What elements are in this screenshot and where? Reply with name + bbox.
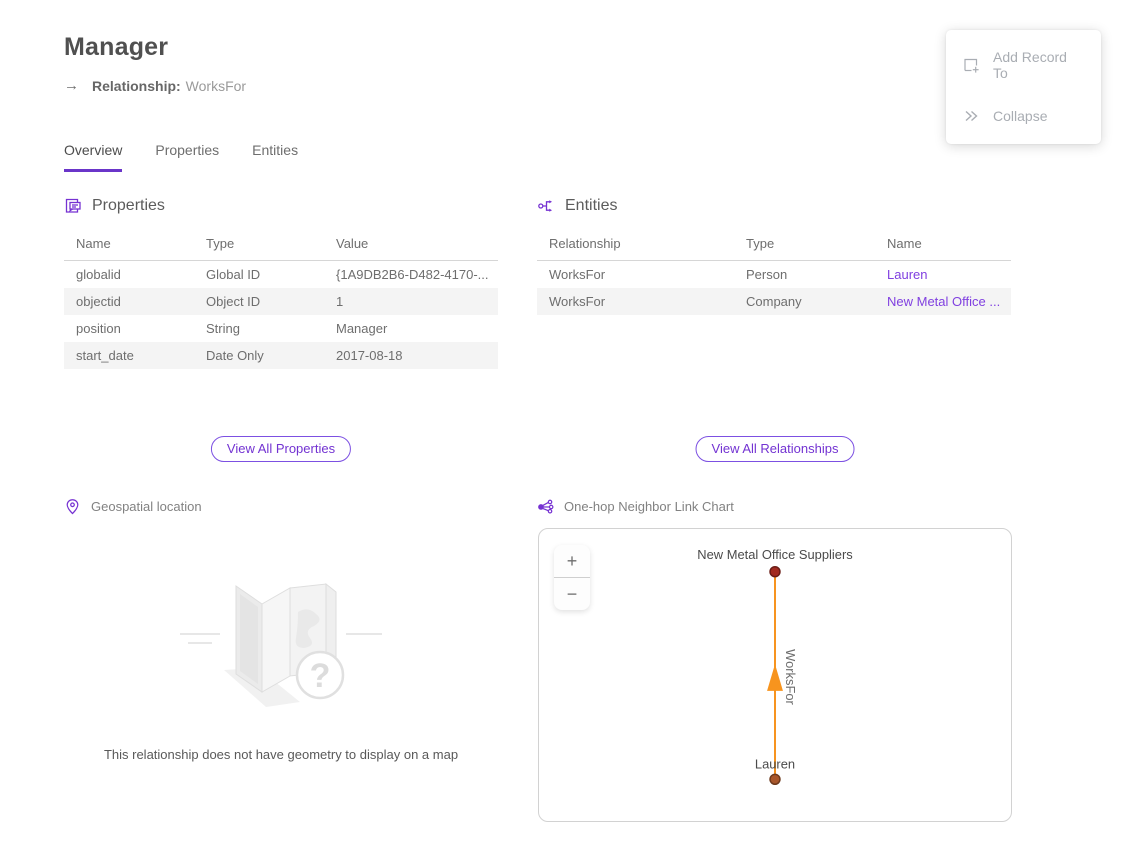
tab-bar: Overview Properties Entities: [64, 142, 298, 172]
table-row: start_date Date Only 2017-08-18: [64, 342, 498, 369]
bottom-node-label: Lauren: [755, 756, 795, 771]
map-placeholder-illustration: ?: [178, 572, 383, 707]
property-value: Manager: [324, 315, 498, 342]
property-type: Date Only: [194, 342, 324, 369]
bottom-node[interactable]: [770, 774, 780, 784]
top-node-label: New Metal Office Suppliers: [697, 547, 852, 562]
geospatial-section-header: Geospatial location: [64, 498, 202, 515]
column-header: Type: [194, 228, 324, 261]
zoom-out-button[interactable]: −: [554, 578, 590, 610]
no-geometry-message: This relationship does not have geometry…: [64, 747, 498, 762]
edge-label: WorksFor: [783, 649, 798, 705]
page-title: Manager: [64, 33, 168, 62]
column-header: Relationship: [537, 228, 734, 261]
map-pin-icon: [64, 498, 81, 515]
entities-section-title: Entities: [565, 197, 617, 215]
subtitle-label: Relationship:: [92, 78, 181, 94]
table-row: objectid Object ID 1: [64, 288, 498, 315]
properties-icon: [64, 197, 82, 215]
menu-item-label: Add Record To: [993, 49, 1085, 81]
geospatial-section-title: Geospatial location: [91, 499, 202, 514]
entity-relationship: WorksFor: [537, 288, 734, 315]
entities-icon: [537, 197, 555, 215]
entity-name-link[interactable]: Lauren: [887, 267, 927, 282]
link-chart-graph: New Metal Office Suppliers WorksFor Laur…: [539, 529, 1011, 821]
column-header: Value: [324, 228, 498, 261]
property-value: 1: [324, 288, 498, 315]
entity-name-link[interactable]: New Metal Office ...: [887, 294, 1000, 309]
record-detail-page: Manager → Relationship: WorksFor Add Rec…: [0, 0, 1134, 863]
svg-text:?: ?: [310, 657, 331, 695]
entities-section-header: Entities: [537, 197, 1011, 215]
menu-item-collapse[interactable]: Collapse: [946, 94, 1101, 138]
property-name: position: [64, 315, 194, 342]
column-header: Name: [875, 228, 1011, 261]
top-node[interactable]: [770, 567, 780, 577]
breadcrumb: → Relationship: WorksFor: [64, 77, 246, 94]
entity-type: Company: [734, 288, 875, 315]
menu-item-add-record-to[interactable]: Add Record To: [946, 36, 1101, 94]
properties-section-title: Properties: [92, 197, 165, 215]
link-chart-section-header: One-hop Neighbor Link Chart: [537, 498, 734, 515]
property-value: {1A9DB2B6-D482-4170-...: [324, 261, 498, 289]
entity-type: Person: [734, 261, 875, 289]
property-value: 2017-08-18: [324, 342, 498, 369]
collapse-icon: [962, 107, 980, 125]
zoom-control: + −: [554, 545, 590, 610]
entity-relationship: WorksFor: [537, 261, 734, 289]
view-all-properties-button[interactable]: View All Properties: [211, 436, 351, 462]
table-row: globalid Global ID {1A9DB2B6-D482-4170-.…: [64, 261, 498, 289]
tab-overview[interactable]: Overview: [64, 142, 122, 172]
add-record-icon: [962, 56, 980, 74]
property-type: String: [194, 315, 324, 342]
property-name: objectid: [64, 288, 194, 315]
entities-section: Entities Relationship Type Name WorksFor…: [537, 197, 1011, 315]
property-name: globalid: [64, 261, 194, 289]
table-row: position String Manager: [64, 315, 498, 342]
table-header-row: Name Type Value: [64, 228, 498, 261]
view-all-relationships-button[interactable]: View All Relationships: [696, 436, 855, 462]
properties-table: Name Type Value globalid Global ID {1A9D…: [64, 228, 498, 369]
link-chart-section-title: One-hop Neighbor Link Chart: [564, 499, 734, 514]
properties-section-header: Properties: [64, 197, 498, 215]
context-menu: Add Record To Collapse: [946, 30, 1101, 144]
menu-item-label: Collapse: [993, 108, 1047, 124]
table-header-row: Relationship Type Name: [537, 228, 1011, 261]
subtitle-value: WorksFor: [186, 78, 246, 94]
property-name: start_date: [64, 342, 194, 369]
link-chart-canvas[interactable]: New Metal Office Suppliers WorksFor Laur…: [538, 528, 1012, 822]
table-row: WorksFor Company New Metal Office ...: [537, 288, 1011, 315]
entities-table: Relationship Type Name WorksFor Person L…: [537, 228, 1011, 315]
property-type: Global ID: [194, 261, 324, 289]
column-header: Name: [64, 228, 194, 261]
zoom-in-button[interactable]: +: [554, 545, 590, 577]
edge-arrow: [767, 664, 783, 691]
tab-properties[interactable]: Properties: [155, 142, 219, 172]
properties-section: Properties Name Type Value globalid Glob…: [64, 197, 498, 369]
relationship-arrow-icon: →: [64, 77, 79, 94]
property-type: Object ID: [194, 288, 324, 315]
column-header: Type: [734, 228, 875, 261]
table-row: WorksFor Person Lauren: [537, 261, 1011, 289]
tab-entities[interactable]: Entities: [252, 142, 298, 172]
link-chart-icon: [537, 498, 554, 515]
